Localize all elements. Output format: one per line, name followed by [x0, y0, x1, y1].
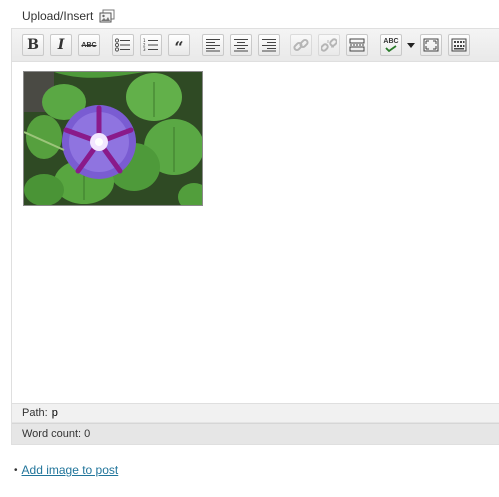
word-count-bar: Word count: 0: [12, 423, 499, 444]
svg-text:3: 3: [143, 47, 146, 52]
italic-icon: I: [57, 37, 65, 53]
align-center-button[interactable]: [230, 34, 252, 56]
add-image-to-post-link[interactable]: Add image to post: [22, 463, 119, 477]
unordered-list-button[interactable]: [112, 34, 134, 56]
more-tag-icon: [349, 38, 365, 52]
editor-content-area[interactable]: [12, 62, 499, 403]
visual-editor: B I ABC 1 2 3 “ ABC Path: p Word count: …: [11, 28, 499, 445]
blockquote-icon: “: [174, 37, 184, 57]
align-left-icon: [206, 39, 220, 52]
chevron-down-icon: [407, 42, 415, 48]
kitchen-sink-button[interactable]: [448, 34, 470, 56]
align-right-button[interactable]: [258, 34, 280, 56]
spellcheck-icon: ABC: [383, 38, 399, 52]
ordered-list-icon: 1 2 3: [143, 38, 158, 52]
strikethrough-icon: ABC: [81, 41, 97, 49]
unlink-icon: [321, 38, 337, 52]
path-label: Path:: [22, 407, 48, 419]
bullet-icon: •: [14, 464, 18, 476]
word-count: Word count: 0: [22, 428, 91, 440]
more-tag-button[interactable]: [346, 34, 368, 56]
fullscreen-button[interactable]: [420, 34, 442, 56]
bold-button[interactable]: B: [22, 34, 44, 56]
media-gallery-icon[interactable]: [99, 9, 115, 23]
blockquote-button[interactable]: “: [168, 34, 190, 56]
insert-link-button[interactable]: [290, 34, 312, 56]
fullscreen-icon: [423, 38, 439, 52]
editor-toolbar: B I ABC 1 2 3 “ ABC: [12, 29, 499, 62]
upload-insert-label: Upload/Insert: [22, 9, 94, 23]
unlink-button[interactable]: [318, 34, 340, 56]
ordered-list-button[interactable]: 1 2 3: [140, 34, 162, 56]
strikethrough-button[interactable]: ABC: [78, 34, 100, 56]
path-status-bar: Path: p: [12, 403, 499, 423]
add-image-row: • Add image to post: [14, 463, 118, 477]
link-icon: [293, 38, 309, 52]
align-left-button[interactable]: [202, 34, 224, 56]
spellcheck-button[interactable]: ABC: [380, 34, 402, 56]
path-element-link[interactable]: p: [52, 407, 58, 419]
spellcheck-language-dropdown[interactable]: [405, 34, 417, 56]
unordered-list-icon: [115, 38, 130, 52]
align-center-icon: [234, 39, 248, 52]
bold-icon: B: [27, 37, 39, 53]
inserted-flower-image[interactable]: [23, 71, 203, 206]
upload-insert-row: Upload/Insert: [22, 7, 115, 25]
spellcheck-label: ABC: [383, 38, 399, 45]
italic-button[interactable]: I: [50, 34, 72, 56]
kitchen-sink-icon: [451, 38, 467, 52]
align-right-icon: [262, 39, 276, 52]
